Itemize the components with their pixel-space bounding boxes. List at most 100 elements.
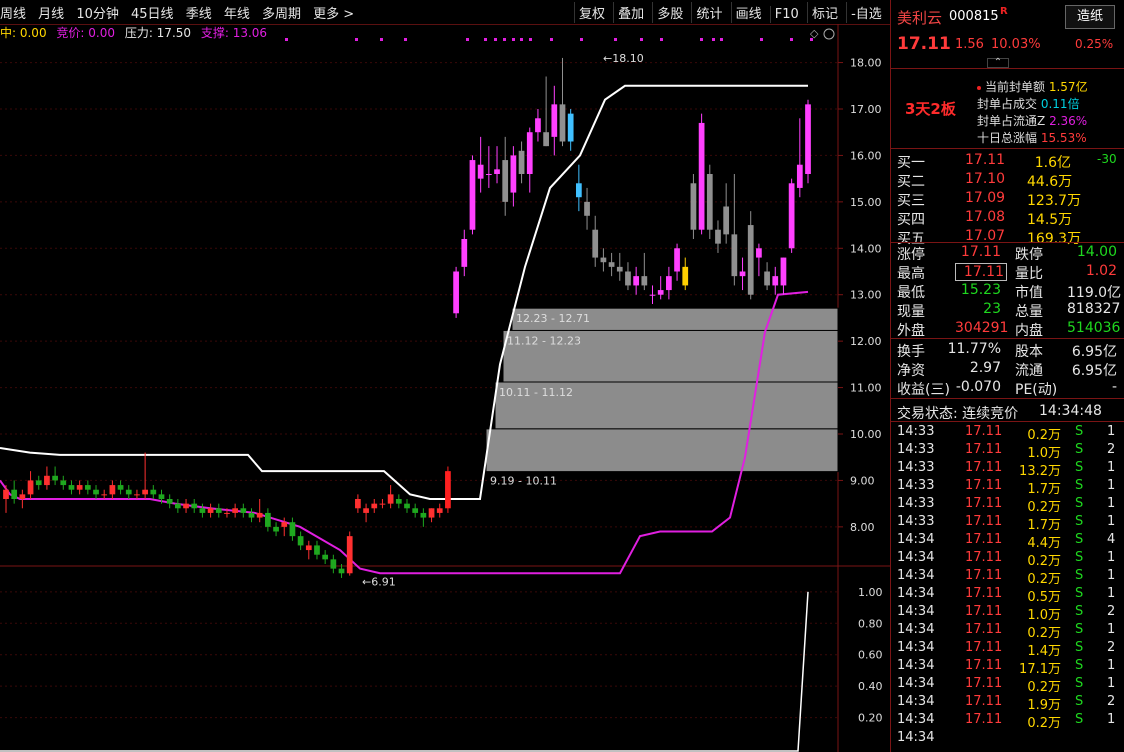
tick-side: S bbox=[1075, 586, 1084, 601]
stats-row: 涨停 17.11 跌停 14.00 bbox=[891, 243, 1124, 263]
stat-label: 收益(三) bbox=[897, 382, 950, 398]
stat-value: 11.77% bbox=[947, 341, 1001, 357]
divider bbox=[891, 421, 1124, 422]
tick-time: 14:34 bbox=[897, 730, 935, 745]
tick-time: 14:34 bbox=[897, 676, 935, 691]
candle-body bbox=[477, 164, 484, 179]
candle-body bbox=[518, 150, 525, 174]
order-volume: 44.6万 bbox=[1027, 174, 1073, 190]
order-price: 17.08 bbox=[965, 209, 1006, 225]
candle-body bbox=[715, 229, 721, 244]
candle-body bbox=[600, 257, 607, 263]
tick-price: 17.11 bbox=[965, 424, 1003, 439]
order-row: 买一 17.11 1.6亿 -30 bbox=[891, 151, 1124, 171]
volume-profile-bar bbox=[485, 428, 839, 473]
remove-watchlist-button[interactable]: -自选 bbox=[846, 2, 886, 23]
candle-body bbox=[584, 201, 590, 216]
tick-row: 14:34 17.11 0.2万 S 1 bbox=[891, 712, 1124, 731]
tick-side: S bbox=[1075, 640, 1084, 655]
candle-body bbox=[788, 183, 795, 249]
statistics-button[interactable]: 统计 bbox=[691, 2, 726, 23]
tick-side: S bbox=[1075, 478, 1084, 493]
candle-body bbox=[649, 294, 656, 296]
signal-dot bbox=[285, 38, 288, 41]
candle-body bbox=[731, 234, 738, 277]
tab-10min[interactable]: 10分钟 bbox=[76, 3, 119, 22]
tab-week[interactable]: 周线 bbox=[0, 3, 26, 22]
multi-stock-button[interactable]: 多股 bbox=[652, 2, 687, 23]
tick-count: 1 bbox=[1107, 712, 1116, 727]
stat-label: 流通 bbox=[1015, 363, 1043, 379]
candle-body bbox=[657, 290, 664, 295]
sub-indicator-panel: 1.00 0.80 0.60 0.40 0.20 bbox=[0, 586, 883, 752]
collapse-up-icon[interactable]: ⌃ bbox=[987, 58, 1009, 68]
candle-body bbox=[52, 475, 58, 481]
stat-label: 涨停 bbox=[897, 247, 925, 263]
order-label: 买一 bbox=[897, 155, 925, 171]
diamond-icon[interactable]: ◇ bbox=[810, 27, 819, 40]
signal-dot bbox=[700, 38, 703, 41]
low-price-label: ←6.91 bbox=[362, 575, 396, 588]
seal-row: 封单占成交 0.11倍 bbox=[977, 97, 1080, 111]
high-price-label: ←18.10 bbox=[603, 52, 644, 65]
candle-body bbox=[273, 526, 279, 532]
stat-label: 跌停 bbox=[1015, 247, 1043, 263]
tick-row: 14:34 17.11 0.2万 S 1 bbox=[891, 676, 1124, 695]
resistance-value: 压力: 17.50 bbox=[124, 26, 192, 40]
industry-button[interactable]: 造纸 bbox=[1065, 5, 1115, 29]
f10-button[interactable]: F10 bbox=[769, 6, 803, 23]
signal-dot bbox=[512, 38, 515, 41]
tick-time: 14:34 bbox=[897, 568, 935, 583]
order-label: 买三 bbox=[897, 193, 925, 209]
tick-time: 14:34 bbox=[897, 712, 935, 727]
candle-body bbox=[371, 503, 378, 509]
candle-body bbox=[265, 512, 271, 527]
stats-row: 外盘 304291 内盘 514036 bbox=[891, 319, 1124, 339]
stat-value: 17.11 bbox=[955, 263, 1007, 281]
candle-body bbox=[305, 545, 312, 551]
tick-row: 14:33 17.11 13.2万 S 1 bbox=[891, 460, 1124, 479]
stat-label: 最高 bbox=[897, 266, 925, 282]
overlay-button[interactable]: 叠加 bbox=[613, 2, 648, 23]
order-price: 17.10 bbox=[965, 171, 1006, 187]
volume-profile-label: 9.19 - 10.11 bbox=[490, 475, 557, 488]
tick-side: S bbox=[1075, 442, 1084, 457]
signal-dot bbox=[712, 38, 715, 41]
candle-body bbox=[772, 276, 779, 286]
tab-month[interactable]: 月线 bbox=[38, 3, 64, 22]
tick-price: 17.11 bbox=[965, 622, 1003, 637]
candle-body bbox=[567, 113, 574, 142]
y-tick-label: 17.00 bbox=[850, 103, 882, 116]
candle-body bbox=[461, 239, 468, 267]
adjust-button[interactable]: 复权 bbox=[574, 2, 609, 23]
divider bbox=[891, 338, 1124, 339]
divider bbox=[891, 148, 1124, 149]
candle-body bbox=[747, 225, 754, 295]
candle-body bbox=[436, 508, 443, 513]
signal-dot bbox=[720, 38, 723, 41]
sub-tick-label: 0.80 bbox=[858, 617, 883, 630]
margin-flag: R bbox=[1000, 6, 1008, 17]
tab-more[interactable]: 更多 > bbox=[313, 3, 354, 22]
sub-tick-label: 1.00 bbox=[858, 586, 883, 599]
draw-line-button[interactable]: 画线 bbox=[730, 2, 766, 23]
candle-body bbox=[739, 271, 746, 277]
order-price: 17.11 bbox=[965, 152, 1006, 168]
seal-row: 封单占流通Z 2.36% bbox=[977, 114, 1088, 128]
stat-value: 514036 bbox=[1067, 320, 1121, 336]
tick-row: 14:34 17.11 4.4万 S 4 bbox=[891, 532, 1124, 551]
kline-chart[interactable]: 12.23 - 12.71 11.12 - 12.23 10.11 - 11.12 9… bbox=[0, 24, 890, 752]
stats-row: 现量 23 总量 818327 bbox=[891, 300, 1124, 320]
candle-body bbox=[166, 499, 173, 504]
tab-multi-period[interactable]: 多周期 bbox=[262, 3, 301, 22]
candle-body bbox=[445, 471, 451, 509]
tab-year[interactable]: 年线 bbox=[224, 3, 250, 22]
tab-45day[interactable]: 45日线 bbox=[131, 3, 174, 22]
indicator-lines bbox=[0, 38, 813, 575]
candle-body bbox=[183, 503, 189, 509]
tab-quarter[interactable]: 季线 bbox=[186, 3, 212, 22]
circle-icon[interactable] bbox=[823, 28, 835, 40]
mark-button[interactable]: 标记 bbox=[806, 2, 842, 23]
stat-label: 总量 bbox=[1015, 304, 1043, 320]
tick-row: 14:34 bbox=[891, 730, 1124, 748]
